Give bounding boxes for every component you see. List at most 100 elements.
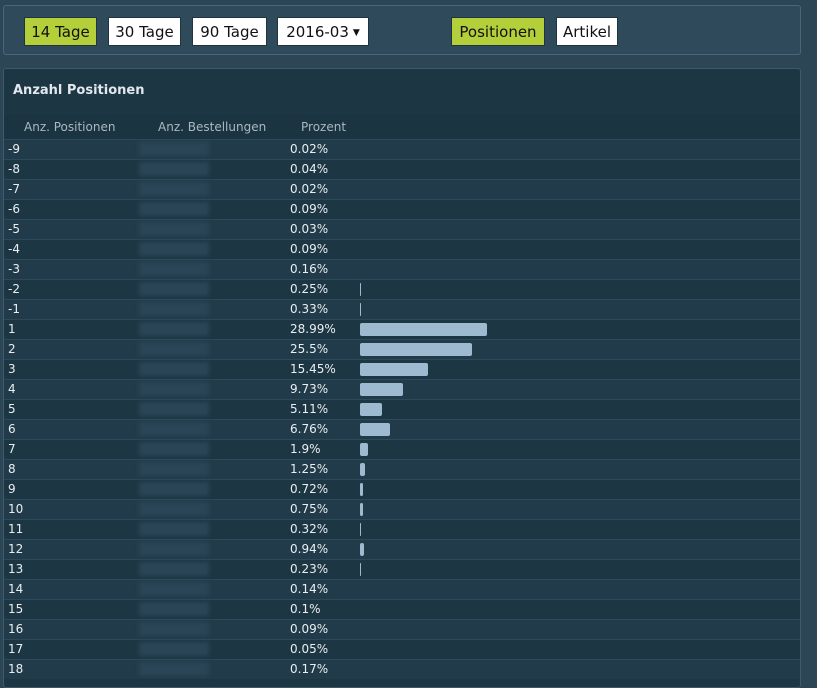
table-row: -5 5 0.03%: [4, 219, 800, 239]
percent-cell: 0.72%: [290, 482, 329, 496]
percent-bar-track: [360, 483, 760, 496]
positions-cell: 18: [8, 662, 24, 676]
positions-panel: Anzahl Positionen Anz. Positionen Anz. B…: [3, 68, 801, 688]
orders-cell-blurred: 128: [139, 502, 209, 516]
chevron-down-icon: ▼: [352, 28, 360, 38]
percent-cell: 0.09%: [290, 242, 329, 256]
table-row: 10 128 0.75%: [4, 499, 800, 519]
percent-cell: 0.02%: [290, 142, 329, 156]
orders-cell-blurred: 4951: [139, 322, 209, 336]
column-header-positions[interactable]: Anz. Positionen: [24, 120, 115, 134]
positions-cell: 6: [8, 422, 16, 436]
positions-cell: 1: [8, 322, 16, 336]
column-header-percent[interactable]: Prozent: [301, 120, 346, 134]
percent-cell: 0.75%: [290, 502, 329, 516]
positions-cell: -7: [8, 182, 20, 196]
percent-cell: 0.33%: [290, 302, 329, 316]
positions-cell: -1: [8, 302, 20, 316]
percent-bar-track: [360, 543, 760, 556]
positions-cell: 5: [8, 402, 16, 416]
range-90-tage-button[interactable]: 90 Tage: [192, 17, 267, 46]
orders-cell-blurred: 1155: [139, 422, 209, 436]
orders-cell-blurred: 42: [139, 282, 209, 296]
orders-cell-blurred: 9: [139, 642, 209, 656]
percent-bar-track: [360, 323, 760, 336]
percent-bar-track: [360, 423, 760, 436]
table-row: 12 160 0.94%: [4, 539, 800, 559]
percent-cell: 0.94%: [290, 542, 329, 556]
positions-cell: 11: [8, 522, 24, 536]
positions-cell: 3: [8, 362, 16, 376]
table-header: Anz. Positionen Anz. Bestellungen Prozen…: [4, 115, 800, 139]
table-row: 17 9 0.05%: [4, 639, 800, 659]
positions-table: Anz. Positionen Anz. Bestellungen Prozen…: [4, 115, 800, 679]
table-row: -6 15 0.09%: [4, 199, 800, 219]
percent-cell: 0.23%: [290, 562, 329, 576]
table-row: 15 17 0.1%: [4, 599, 800, 619]
percent-cell: 6.76%: [290, 422, 329, 436]
positions-cell: -8: [8, 162, 20, 176]
view-positionen-button[interactable]: Positionen: [451, 17, 545, 46]
positions-cell: 13: [8, 562, 24, 576]
orders-cell-blurred: 15: [139, 202, 209, 216]
percent-bar: [360, 343, 472, 356]
percent-cell: 0.05%: [290, 642, 329, 656]
percent-bar: [360, 403, 383, 416]
percent-bar: [360, 303, 362, 316]
column-header-orders[interactable]: Anz. Bestellungen: [158, 120, 266, 134]
percent-bar-track: [360, 223, 760, 236]
percent-cell: 0.14%: [290, 582, 329, 596]
percent-bar-track: [360, 643, 760, 656]
orders-cell-blurred: 5: [139, 222, 209, 236]
positions-cell: -4: [8, 242, 20, 256]
percent-cell: 1.25%: [290, 462, 329, 476]
positions-cell: 4: [8, 382, 16, 396]
positions-cell: -9: [8, 142, 20, 156]
orders-cell-blurred: 7: [139, 162, 209, 176]
month-select-value: 2016-03: [286, 23, 349, 41]
positions-cell: -3: [8, 262, 20, 276]
orders-cell-blurred: 55: [139, 522, 209, 536]
table-row: 4 1662 9.73%: [4, 379, 800, 399]
table-row: -8 7 0.04%: [4, 159, 800, 179]
percent-bar-track: [360, 243, 760, 256]
month-select[interactable]: 2016-03 ▼: [277, 17, 369, 46]
positions-cell: 15: [8, 602, 24, 616]
positions-cell: 12: [8, 542, 24, 556]
view-artikel-button[interactable]: Artikel: [556, 17, 618, 46]
percent-bar: [360, 283, 362, 296]
orders-cell-blurred: 17: [139, 602, 209, 616]
range-30-tage-button[interactable]: 30 Tage: [108, 17, 181, 46]
positions-cell: 2: [8, 342, 16, 356]
percent-bar-track: [360, 443, 760, 456]
percent-bar-track: [360, 623, 760, 636]
positions-cell: -2: [8, 282, 20, 296]
orders-cell-blurred: 213: [139, 462, 209, 476]
positions-cell: 17: [8, 642, 24, 656]
positions-cell: -5: [8, 222, 20, 236]
percent-bar: [360, 563, 361, 576]
table-row: -9 3 0.02%: [4, 139, 800, 159]
table-row: 9 123 0.72%: [4, 479, 800, 499]
orders-cell-blurred: 4354: [139, 342, 209, 356]
percent-cell: 0.02%: [290, 182, 329, 196]
table-row: 18 29 0.17%: [4, 659, 800, 679]
percent-bar-track: [360, 503, 760, 516]
orders-cell-blurred: 873: [139, 402, 209, 416]
table-row: 5 873 5.11%: [4, 399, 800, 419]
orders-cell-blurred: 29: [139, 662, 209, 676]
percent-bar: [360, 483, 364, 496]
positions-cell: 9: [8, 482, 16, 496]
range-14-tage-button[interactable]: 14 Tage: [24, 17, 97, 46]
percent-bar-track: [360, 303, 760, 316]
table-row: 14 24 0.14%: [4, 579, 800, 599]
percent-cell: 0.09%: [290, 622, 329, 636]
percent-cell: 28.99%: [290, 322, 336, 336]
percent-bar-track: [360, 203, 760, 216]
table-body: -930.02%-870.04%-740.02%-6150.09%-550.03…: [4, 139, 800, 679]
table-row: 8 213 1.25%: [4, 459, 800, 479]
table-row: -1 56 0.33%: [4, 299, 800, 319]
percent-cell: 1.9%: [290, 442, 321, 456]
orders-cell-blurred: 160: [139, 542, 209, 556]
percent-cell: 0.32%: [290, 522, 329, 536]
